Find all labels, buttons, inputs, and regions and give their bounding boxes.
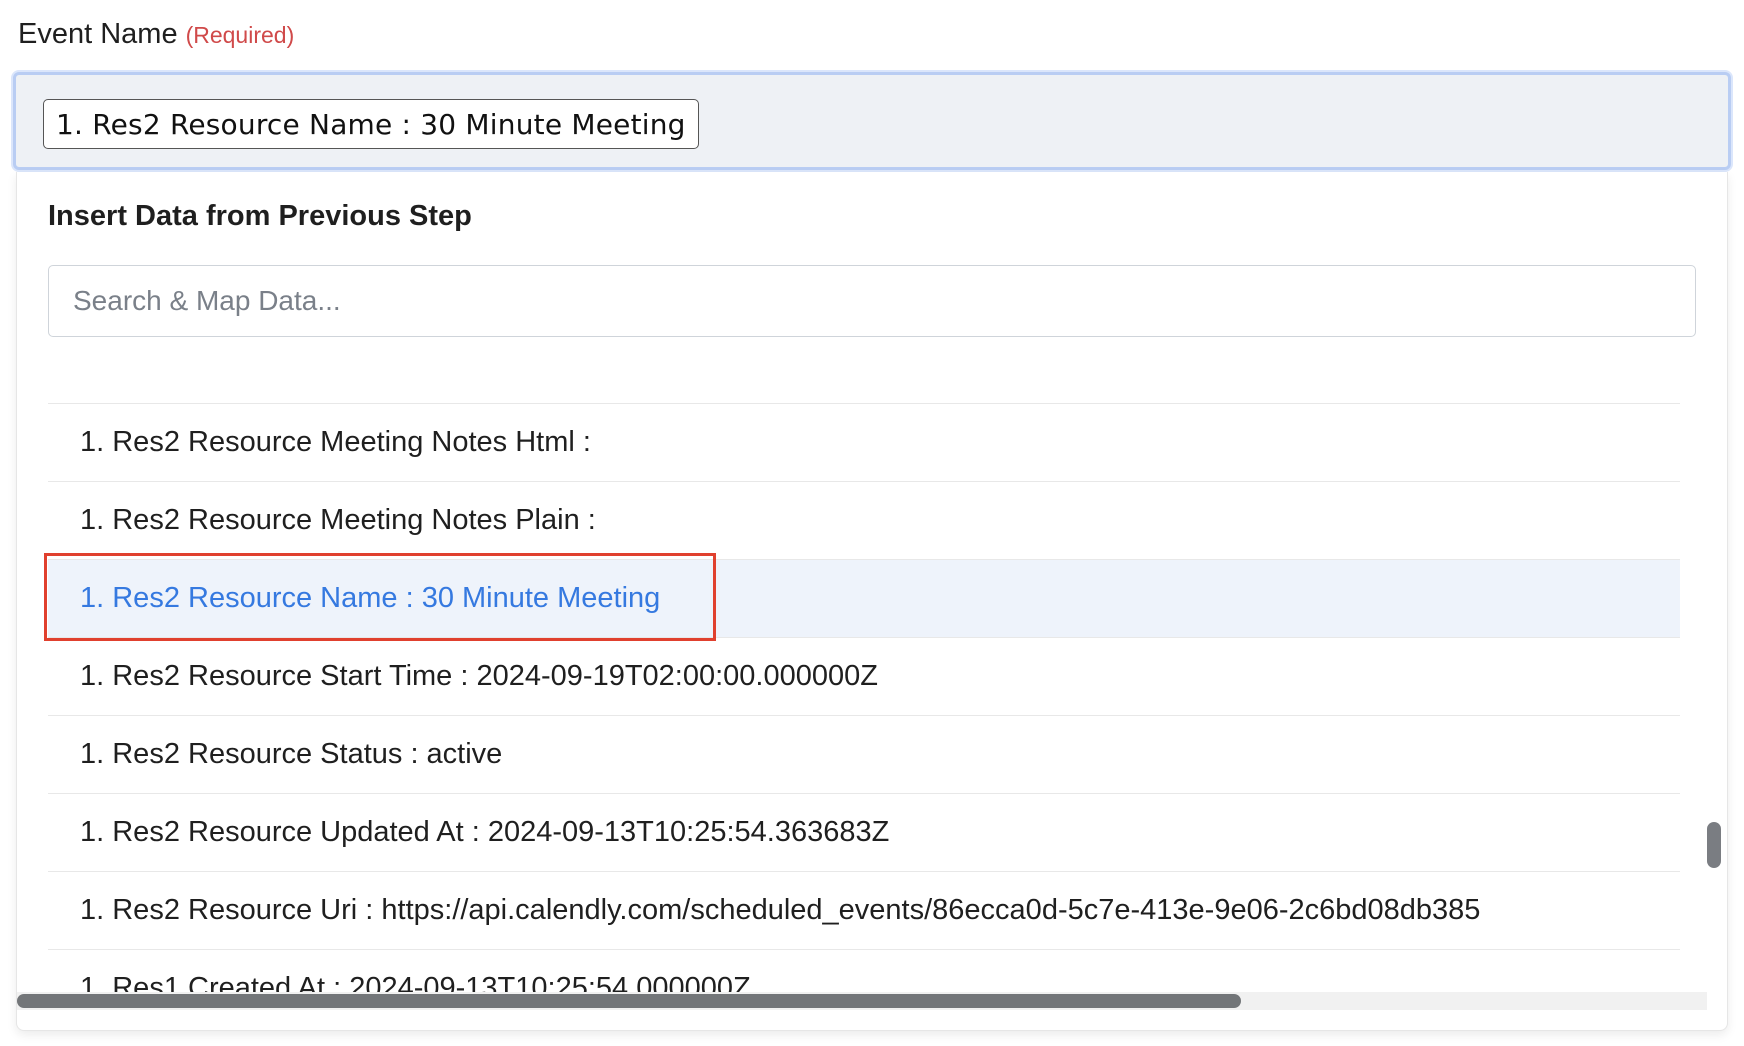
insert-data-dropdown: Insert Data from Previous Step 1. Res2 R… — [16, 172, 1728, 1031]
field-label: Event Name — [18, 18, 178, 50]
search-map-data-input[interactable] — [48, 265, 1696, 337]
vertical-scrollbar[interactable] — [1707, 382, 1721, 1002]
event-name-field[interactable]: 1. Res2 Resource Name : 30 Minute Meetin… — [13, 72, 1731, 170]
data-option[interactable]: 1. Res2 Resource Uri : https://api.calen… — [48, 871, 1680, 949]
field-label-row: Event Name (Required) — [18, 18, 294, 62]
horizontal-scrollbar-thumb[interactable] — [17, 994, 1241, 1008]
data-option-list: 1. Res2 Resource Meeting Notes Html : 1.… — [48, 403, 1680, 1013]
data-option[interactable]: 1. Res2 Resource Status : active — [48, 715, 1680, 793]
vertical-scrollbar-thumb[interactable] — [1707, 822, 1721, 868]
dropdown-title: Insert Data from Previous Step — [48, 200, 472, 232]
horizontal-scrollbar[interactable] — [17, 992, 1707, 1010]
data-option[interactable]: 1. Res2 Resource Meeting Notes Html : — [48, 403, 1680, 481]
required-indicator: (Required) — [185, 22, 295, 48]
mapped-data-token[interactable]: 1. Res2 Resource Name : 30 Minute Meetin… — [43, 99, 699, 149]
data-option-selected[interactable]: 1. Res2 Resource Name : 30 Minute Meetin… — [48, 559, 1680, 637]
data-option[interactable]: 1. Res2 Resource Updated At : 2024-09-13… — [48, 793, 1680, 871]
data-option[interactable]: 1. Res2 Resource Start Time : 2024-09-19… — [48, 637, 1680, 715]
data-option[interactable]: 1. Res2 Resource Meeting Notes Plain : — [48, 481, 1680, 559]
